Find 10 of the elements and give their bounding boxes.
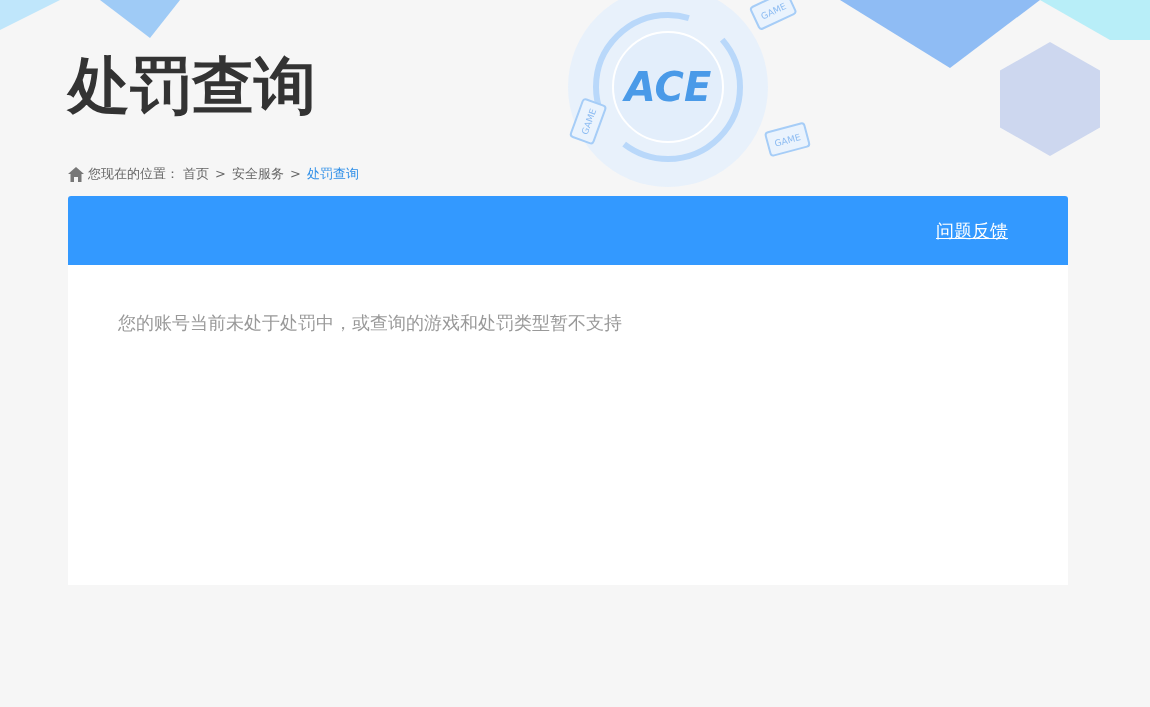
status-message: 您的账号当前未处于处罚中，或查询的游戏和处罚类型暂不支持 — [118, 311, 622, 335]
feedback-link[interactable]: 问题反馈 — [936, 217, 1008, 244]
breadcrumb-link[interactable]: 安全服务 — [231, 164, 284, 184]
page-title: 处罚查询 — [68, 48, 316, 124]
breadcrumb-separator: > — [214, 165, 227, 184]
breadcrumb-separator: > — [288, 165, 302, 184]
breadcrumb-link[interactable]: 首页 — [183, 164, 209, 184]
breadcrumb-link[interactable]: 处罚查询 — [306, 164, 359, 184]
home-icon — [68, 166, 84, 182]
breadcrumb-label: 您现在的位置： — [88, 165, 179, 184]
